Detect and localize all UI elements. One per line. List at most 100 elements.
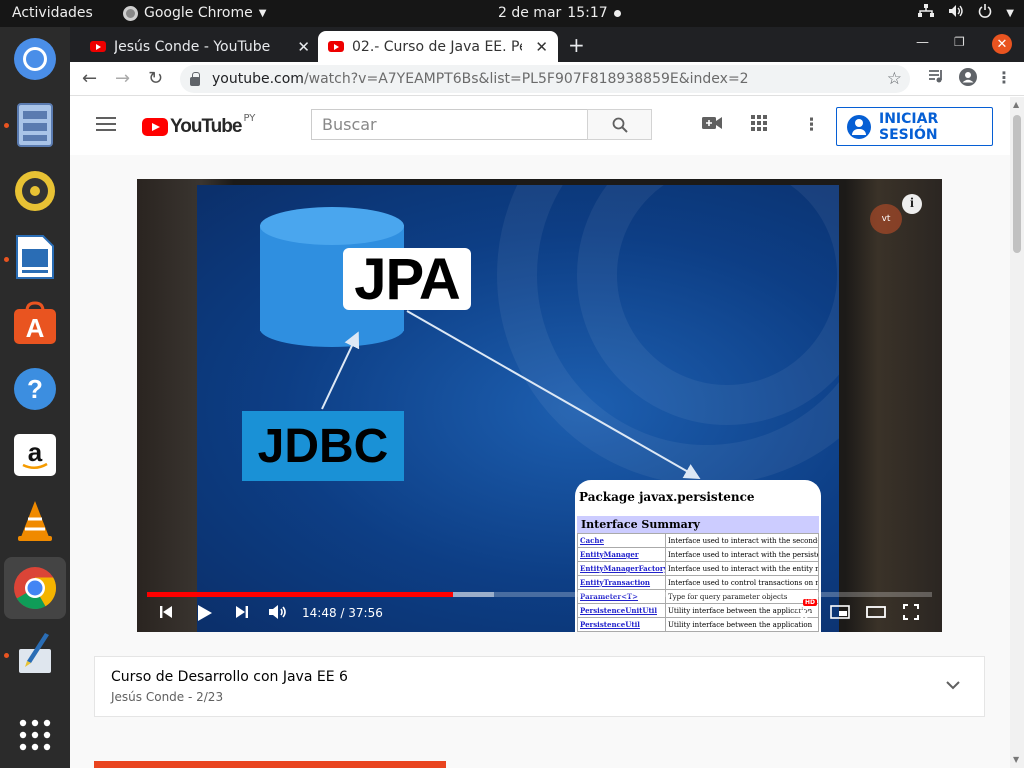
sign-in-button[interactable]: INICIAR SESIÓN xyxy=(836,107,993,146)
tab-curso-java-ee[interactable]: 02.- Curso de Java EE. Per ✕ xyxy=(318,31,558,62)
player-controls: 14:48 / 37:56 HD xyxy=(137,599,942,632)
tab-title: 02.- Curso de Java EE. Per xyxy=(352,38,522,55)
dock-chrome[interactable] xyxy=(4,557,66,619)
channel-watermark-icon[interactable]: vt xyxy=(870,204,902,234)
dock-amazon[interactable]: a xyxy=(12,432,58,478)
theater-mode-button[interactable] xyxy=(866,604,886,623)
hd-badge: HD xyxy=(803,599,818,606)
miniplayer-icon xyxy=(830,605,850,619)
scroll-up-arrow-icon[interactable]: ▲ xyxy=(1013,100,1019,109)
reload-button[interactable]: ↻ xyxy=(148,68,163,89)
bookmark-star-icon[interactable]: ☆ xyxy=(887,69,902,89)
package-title: Package javax.persistence xyxy=(579,490,755,504)
notification-dot xyxy=(613,9,621,17)
settings-more-icon[interactable]: ⋮ xyxy=(803,115,820,135)
tab-jesus-conde-youtube[interactable]: Jesús Conde - YouTube ✕ xyxy=(80,31,320,62)
table-row: EntityManager Interface used to interact … xyxy=(577,547,819,562)
country-code: PY xyxy=(243,113,256,124)
chevron-down-icon[interactable] xyxy=(946,675,960,694)
search-button[interactable] xyxy=(587,109,652,140)
youtube-page: YouTube PY Buscar ⋮ INICIAR SESIÓN JPA J… xyxy=(70,97,1010,768)
hamburger-menu-icon[interactable] xyxy=(96,117,116,135)
writer-icon xyxy=(16,235,54,279)
browser-menu-icon[interactable]: ⋮ xyxy=(996,68,1012,87)
url-path: /watch?v=A7YEAMPT6Bs&list=PL5F907F818938… xyxy=(303,71,749,87)
rhythmbox-icon xyxy=(15,171,55,211)
forward-button[interactable]: → xyxy=(115,68,130,89)
miniplayer-button[interactable] xyxy=(830,604,850,623)
tab-strip: Jesús Conde - YouTube ✕ 02.- Curso de Ja… xyxy=(70,27,1024,62)
create-video-icon[interactable] xyxy=(702,115,722,135)
system-top-bar: Actividades Google Chrome ▼ 2 de mar 15:… xyxy=(0,0,1024,27)
system-tray[interactable]: ▼ xyxy=(918,4,1014,22)
dock-text-editor[interactable] xyxy=(12,630,58,676)
play-icon xyxy=(198,605,212,621)
dock-vlc[interactable] xyxy=(12,498,58,544)
dock-rhythmbox[interactable] xyxy=(12,168,58,214)
back-button[interactable]: ← xyxy=(82,68,97,89)
chevron-down-icon: ▼ xyxy=(258,7,267,19)
running-indicator xyxy=(4,653,9,658)
video-title-partial xyxy=(94,761,446,768)
app-menu[interactable]: Google Chrome ▼ xyxy=(123,5,266,21)
dock-software[interactable]: A xyxy=(12,300,58,346)
youtube-play-logo-icon xyxy=(142,118,168,136)
playlist-title[interactable]: Curso de Desarrollo con Java EE 6 xyxy=(111,669,348,685)
address-bar[interactable]: youtube.com/watch?v=A7YEAMPT6Bs&list=PL5… xyxy=(180,65,910,93)
lock-icon xyxy=(190,71,200,86)
vlc-icon xyxy=(18,501,52,541)
running-indicator xyxy=(4,257,9,262)
volume-icon xyxy=(269,605,286,619)
new-tab-button[interactable]: + xyxy=(568,33,585,57)
media-control-icon[interactable] xyxy=(928,68,944,87)
table-row: EntityManagerFactory Interface used to in… xyxy=(577,561,819,576)
next-button[interactable] xyxy=(235,604,249,623)
show-applications-button[interactable] xyxy=(12,712,58,758)
apps-grid-icon[interactable] xyxy=(751,115,767,136)
clock[interactable]: 2 de mar 15:17 xyxy=(498,5,621,21)
page-scrollbar[interactable]: ▲ ▼ xyxy=(1010,97,1024,768)
profile-icon[interactable] xyxy=(959,68,977,90)
clock-time: 15:17 xyxy=(567,5,608,21)
youtube-wordmark: YouTube xyxy=(170,116,242,137)
dock-help[interactable]: ? xyxy=(12,366,58,412)
files-icon xyxy=(17,103,53,147)
settings-button[interactable]: HD xyxy=(795,599,818,624)
close-icon[interactable]: ✕ xyxy=(297,38,310,56)
fullscreen-button[interactable] xyxy=(903,604,919,624)
youtube-logo[interactable]: YouTube PY xyxy=(142,113,256,138)
scroll-down-arrow-icon[interactable]: ▼ xyxy=(1013,755,1019,764)
search-input[interactable]: Buscar xyxy=(311,109,588,140)
minimize-button[interactable]: — xyxy=(916,35,929,50)
browser-toolbar: ← → ↻ youtube.com/watch?v=A7YEAMPT6Bs&li… xyxy=(70,62,1024,96)
close-icon[interactable]: ✕ xyxy=(535,38,548,56)
dock-files[interactable] xyxy=(12,102,58,148)
window-close-button[interactable]: ✕ xyxy=(992,34,1012,54)
fullscreen-icon xyxy=(903,604,919,620)
restore-button[interactable]: ❐ xyxy=(954,35,965,49)
activities-button[interactable]: Actividades xyxy=(12,5,93,21)
chrome-icon xyxy=(14,567,57,610)
running-indicator xyxy=(4,123,9,128)
volume-button[interactable] xyxy=(268,604,288,624)
dock-writer[interactable] xyxy=(12,234,58,280)
previous-button[interactable] xyxy=(159,604,173,623)
progress-bar[interactable] xyxy=(147,592,932,597)
app-menu-label: Google Chrome xyxy=(144,5,253,21)
play-button[interactable] xyxy=(197,604,213,626)
dock-chromium[interactable] xyxy=(12,36,58,82)
theater-mode-icon xyxy=(866,606,886,618)
power-icon xyxy=(978,4,992,22)
help-icon: ? xyxy=(14,368,56,410)
svg-text:?: ? xyxy=(27,374,43,404)
video-player[interactable]: JPA JDBC Package javax.persistence Inter… xyxy=(137,179,942,632)
app-grid-icon xyxy=(19,719,51,751)
playlist-panel[interactable]: Curso de Desarrollo con Java EE 6 Jesús … xyxy=(94,656,985,717)
chromium-icon xyxy=(14,38,56,80)
account-circle-icon xyxy=(847,114,871,139)
info-icon[interactable]: i xyxy=(902,194,922,214)
svg-text:A: A xyxy=(26,313,45,343)
scrollbar-thumb[interactable] xyxy=(1013,115,1021,253)
search-icon xyxy=(612,117,628,133)
tab-title: Jesús Conde - YouTube xyxy=(114,38,271,55)
